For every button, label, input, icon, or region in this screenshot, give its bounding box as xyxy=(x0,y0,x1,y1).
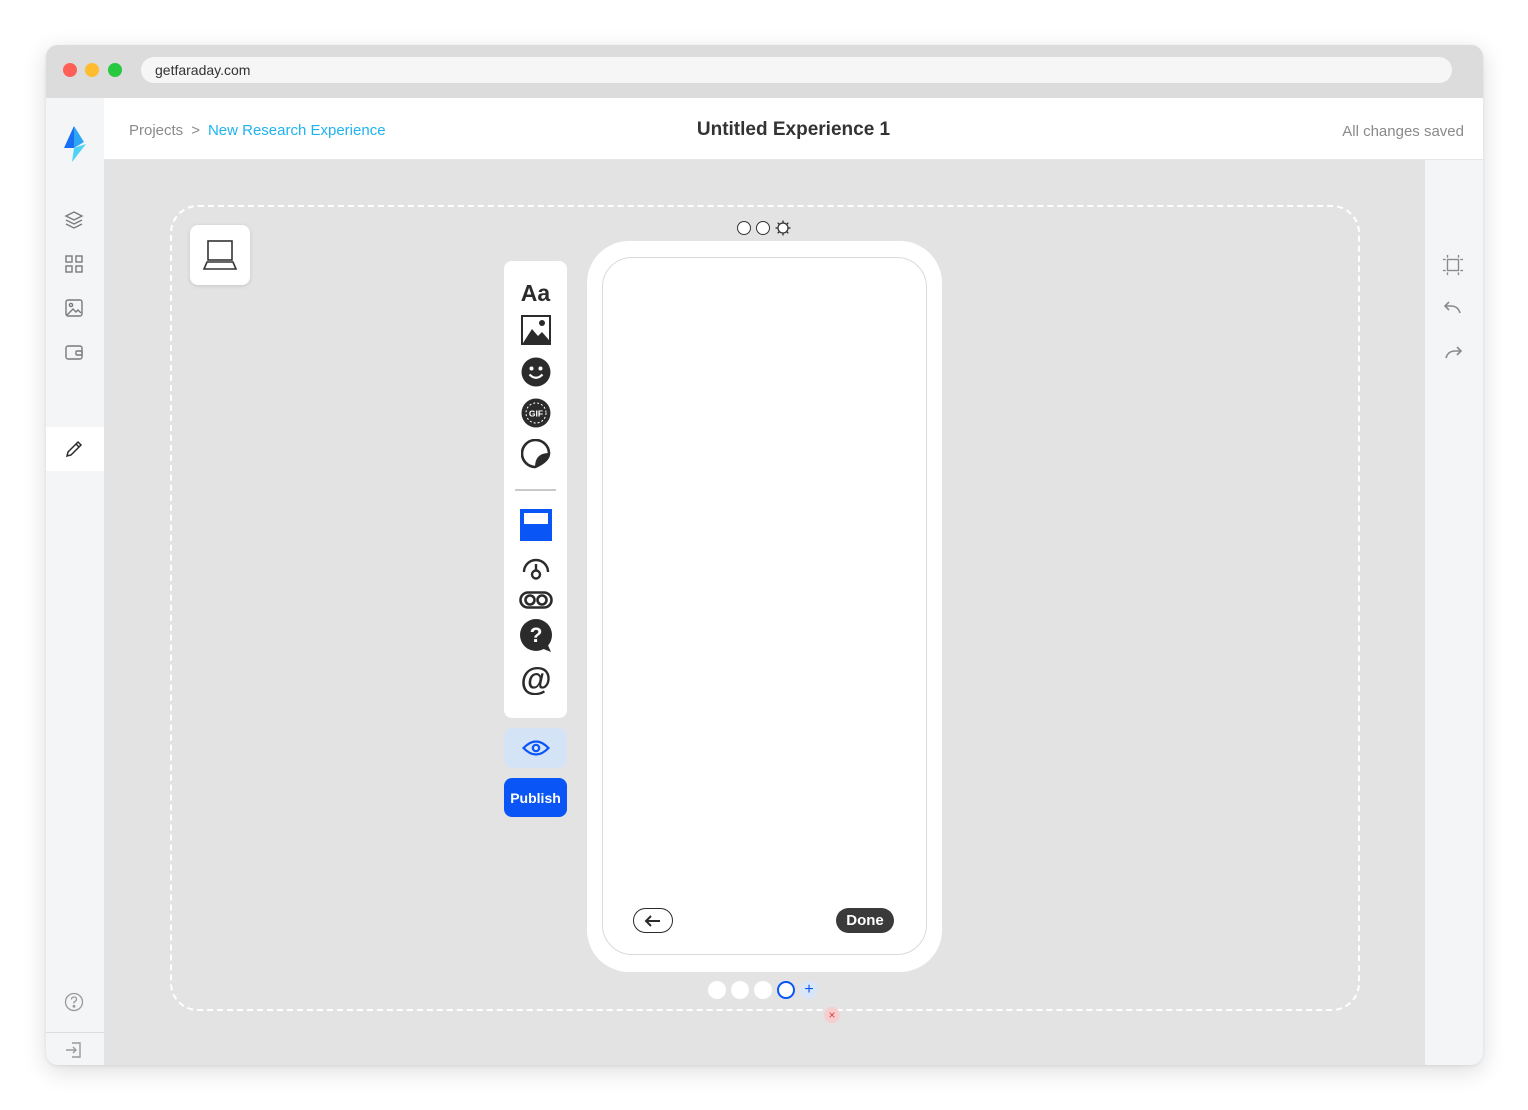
poll-tool[interactable] xyxy=(504,549,567,585)
text-tool-label: Aa xyxy=(520,279,551,306)
maximize-window-button[interactable] xyxy=(108,63,122,77)
sidebar-divider xyxy=(46,1032,104,1033)
publish-button[interactable]: Publish xyxy=(504,778,567,817)
add-page-button[interactable]: + xyxy=(800,981,818,999)
gif-label: GIF xyxy=(528,409,542,419)
browser-window: getfaraday.com Projects > New Research E… xyxy=(46,45,1483,1065)
preview-button[interactable] xyxy=(504,728,567,768)
faraday-logo xyxy=(64,126,86,162)
arrow-left-icon xyxy=(644,914,660,927)
layers-icon[interactable] xyxy=(63,209,85,231)
emoji-icon xyxy=(521,357,550,387)
phone-screen[interactable]: Done xyxy=(602,257,927,955)
text-tool[interactable]: Aa xyxy=(504,275,567,311)
minimize-window-button[interactable] xyxy=(85,63,99,77)
mention-tool[interactable]: @ xyxy=(504,662,567,698)
mention-icon: @ xyxy=(521,665,551,695)
close-window-button[interactable] xyxy=(63,63,77,77)
done-button[interactable]: Done xyxy=(836,908,894,933)
question-tool[interactable]: ? xyxy=(504,618,567,654)
top-header: Projects > New Research Experience Untitle… xyxy=(104,98,1483,160)
page-dot-active[interactable] xyxy=(777,981,795,999)
status-indicators xyxy=(737,220,791,236)
image-icon[interactable] xyxy=(63,297,85,319)
emoji-tool[interactable] xyxy=(504,354,567,390)
pencil-icon[interactable] xyxy=(63,438,85,460)
eye-icon xyxy=(521,740,550,756)
logout-icon[interactable] xyxy=(63,1039,85,1061)
status-dot xyxy=(737,221,751,235)
device-toggle-button[interactable] xyxy=(190,225,250,285)
left-sidebar xyxy=(46,98,104,1065)
breadcrumb-current[interactable]: New Research Experience xyxy=(208,122,386,139)
status-dot xyxy=(756,221,770,235)
breadcrumb-separator: > xyxy=(191,122,200,139)
page-navigator: + xyxy=(708,981,818,999)
settings-gear-icon[interactable] xyxy=(775,220,791,236)
grid-icon[interactable] xyxy=(63,253,85,275)
phone-preview: Done xyxy=(587,241,942,972)
sticker-tool[interactable] xyxy=(504,436,567,472)
back-button[interactable] xyxy=(633,908,673,933)
svg-text:?: ? xyxy=(529,624,542,647)
page-dot[interactable] xyxy=(731,981,749,999)
gif-tool[interactable]: GIF xyxy=(504,395,567,431)
image-tool[interactable] xyxy=(504,312,567,348)
editor-canvas[interactable]: Aa GIF ? @ Publish Done + × xyxy=(104,160,1425,1065)
card-tool[interactable] xyxy=(504,507,567,543)
breadcrumb: Projects > New Research Experience xyxy=(129,122,386,139)
page-dot[interactable] xyxy=(754,981,772,999)
delete-page-button[interactable]: × xyxy=(824,1007,840,1023)
browser-chrome: getfaraday.com xyxy=(46,45,1483,98)
toolbar-divider xyxy=(515,489,556,491)
redo-icon[interactable] xyxy=(1442,343,1464,365)
sticker-icon xyxy=(520,439,550,469)
toggle-icon xyxy=(518,591,553,609)
save-status: All changes saved xyxy=(1342,123,1464,140)
laptop-icon xyxy=(202,240,238,270)
undo-icon[interactable] xyxy=(1442,298,1464,320)
gauge-icon xyxy=(522,558,549,580)
gif-icon: GIF xyxy=(521,398,550,428)
address-bar[interactable]: getfaraday.com xyxy=(141,57,1452,83)
card-icon xyxy=(519,509,552,541)
breadcrumb-projects[interactable]: Projects xyxy=(129,122,183,139)
question-icon: ? xyxy=(519,619,552,652)
page-title[interactable]: Untitled Experience 1 xyxy=(697,119,890,140)
image-icon xyxy=(520,315,551,345)
svg-text:@: @ xyxy=(521,665,551,695)
frame-icon[interactable] xyxy=(1442,254,1464,276)
page-dot[interactable] xyxy=(708,981,726,999)
right-sidebar xyxy=(1425,160,1483,1065)
toggle-tool[interactable] xyxy=(504,582,567,618)
wallet-icon[interactable] xyxy=(63,341,85,363)
help-icon[interactable] xyxy=(63,991,85,1013)
element-toolbar: Aa GIF ? @ xyxy=(504,261,567,718)
